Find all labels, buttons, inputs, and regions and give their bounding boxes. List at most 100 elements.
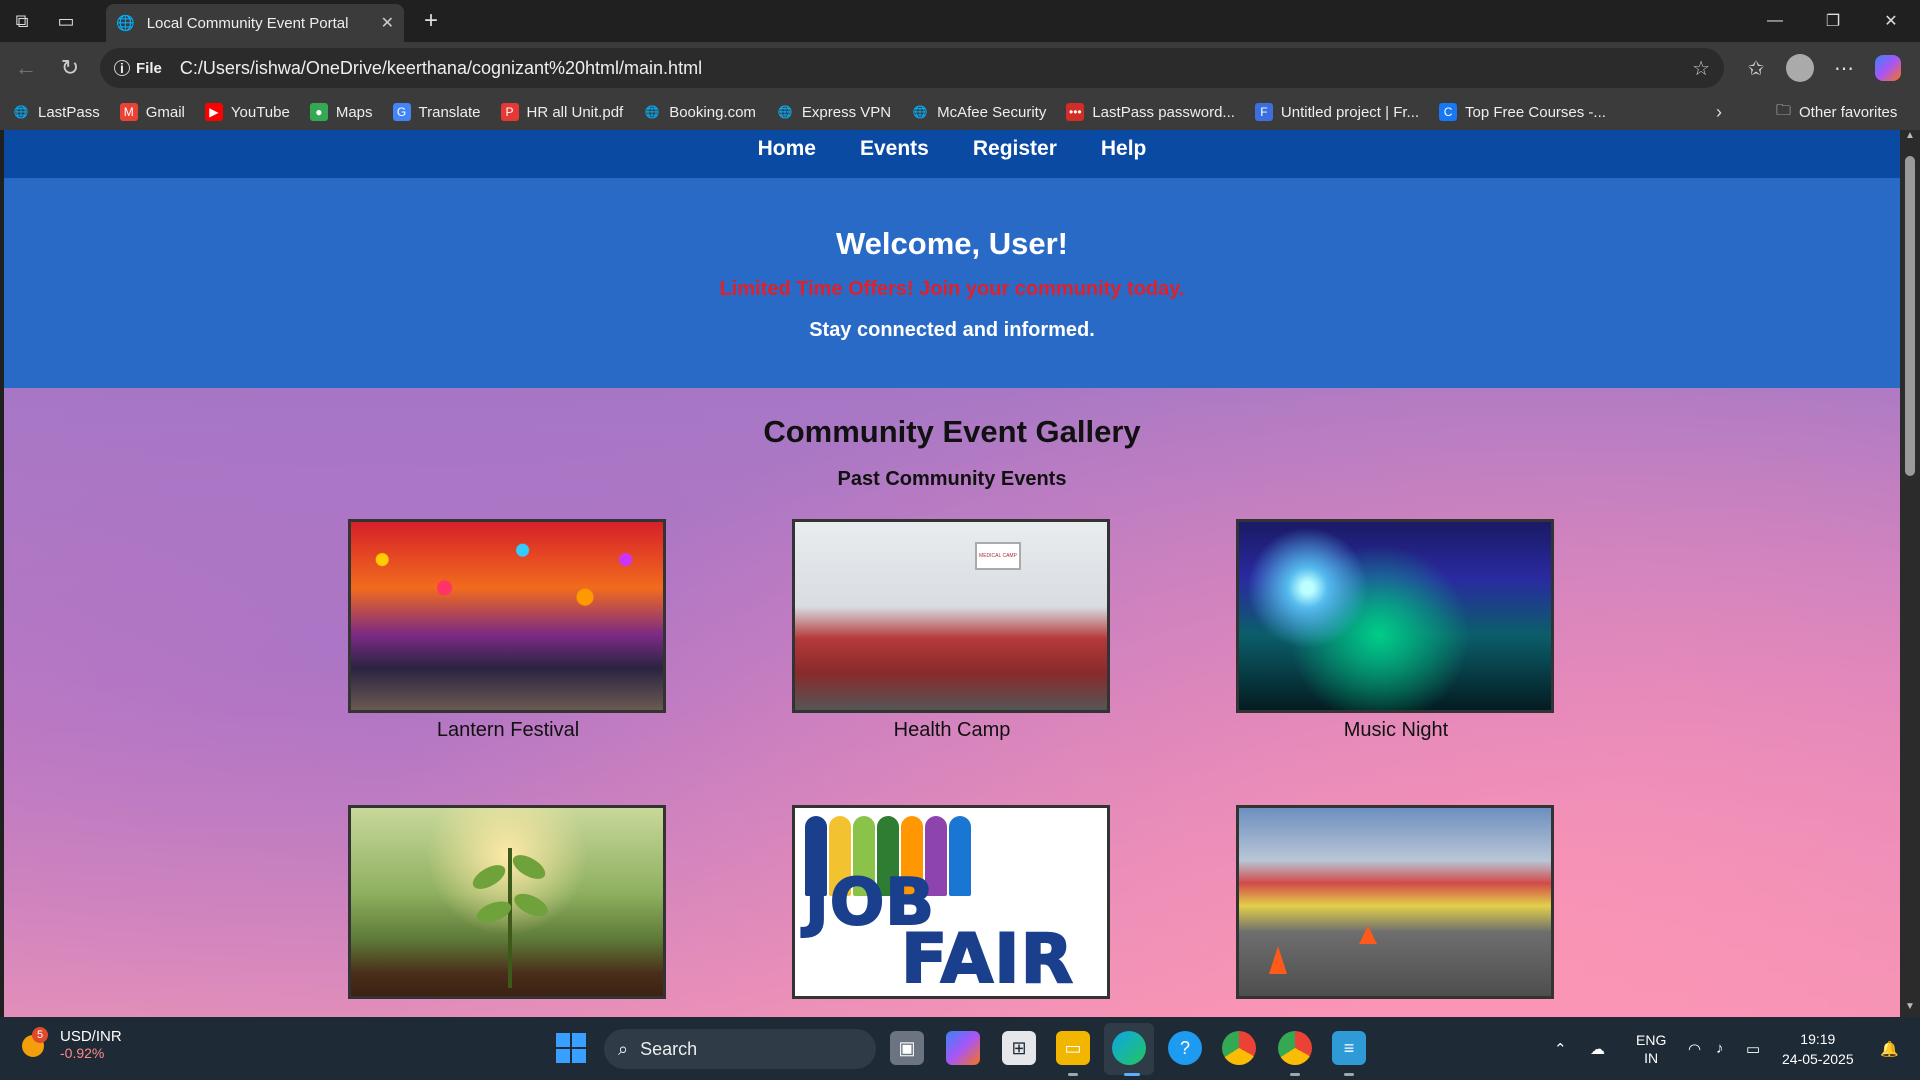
bookmark-item[interactable]: F Untitled project | Fr... <box>1254 103 1419 121</box>
ticker-widget[interactable]: 5 USD/INR -0.92% <box>18 1027 122 1061</box>
scroll-up-icon[interactable]: ▲ <box>1900 130 1920 146</box>
bookmark-item[interactable]: C Top Free Courses -... <box>1439 103 1606 121</box>
card-caption: Music Night <box>1343 719 1449 741</box>
bookmark-item[interactable]: 🌐 McAfee Security <box>911 103 1047 121</box>
nav-home-link[interactable]: Home <box>758 137 816 161</box>
tagline-text: Stay connected and informed. <box>809 319 1095 341</box>
address-scheme-label: File <box>136 59 162 77</box>
nav-help-link[interactable]: Help <box>1101 137 1147 161</box>
bookmark-item[interactable]: ▶ YouTube <box>204 103 290 121</box>
help-app-icon[interactable]: ? <box>1168 1031 1202 1065</box>
offer-text: Limited Time Offers! Join your community… <box>719 278 1185 300</box>
page-scrollbar[interactable]: ▲ ▼ <box>1900 130 1920 1017</box>
gallery-card-lantern[interactable]: Lantern Festival <box>348 519 668 742</box>
onedrive-icon[interactable]: ☁ <box>1590 1017 1605 1080</box>
bookmark-item[interactable]: M Gmail <box>119 103 185 121</box>
wifi-icon[interactable]: ◠ <box>1688 1017 1701 1080</box>
chrome-profile-icon[interactable] <box>1278 1031 1312 1065</box>
address-bar[interactable]: i File C:/Users/ishwa/OneDrive/keerthana… <box>100 48 1724 88</box>
globe-icon: 🌐 <box>13 105 29 119</box>
bookmark-item[interactable]: G Translate <box>392 103 481 121</box>
favorite-star-icon[interactable]: ☆ <box>1692 56 1710 81</box>
copilot-icon[interactable] <box>1866 46 1910 90</box>
minimize-icon[interactable]: — <box>1746 0 1804 42</box>
scroll-thumb[interactable] <box>1905 156 1915 476</box>
notification-badge: 5 <box>32 1027 48 1043</box>
tab-active[interactable]: 🌐 Local Community Event Portal ✕ <box>106 4 404 42</box>
restore-icon[interactable]: ❐ <box>1804 0 1862 42</box>
start-button[interactable] <box>556 1033 586 1063</box>
bookmark-item[interactable]: 🌐 Booking.com <box>643 103 756 121</box>
copilot-app-icon[interactable] <box>946 1031 980 1065</box>
search-placeholder: Search <box>640 1038 698 1059</box>
close-tab-icon[interactable]: ✕ <box>381 13 394 33</box>
card-caption: Lantern Festival <box>436 719 580 741</box>
street-fair-photo[interactable] <box>1236 805 1554 999</box>
more-options-icon[interactable]: ⋯ <box>1822 46 1866 90</box>
store-icon[interactable]: ⊞ <box>1002 1031 1036 1065</box>
avatar <box>1786 54 1814 82</box>
reload-icon[interactable]: ↻ <box>48 46 92 90</box>
bookmark-label: YouTube <box>230 103 290 121</box>
title-bar: ⧉ ▭ 🌐 Local Community Event Portal ✕ + —… <box>0 0 1920 42</box>
new-tab-button[interactable]: + <box>414 4 448 38</box>
volume-icon[interactable]: ♪ <box>1716 1017 1724 1080</box>
notifications-icon[interactable]: 🔔 <box>1880 1017 1899 1080</box>
nav-register-link[interactable]: Register <box>973 137 1057 161</box>
scroll-down-icon[interactable]: ▼ <box>1900 1001 1920 1017</box>
bookmark-item[interactable]: ••• LastPass password... <box>1066 103 1235 121</box>
language-indicator[interactable]: ENG IN <box>1636 1017 1666 1080</box>
close-window-icon[interactable]: ✕ <box>1862 0 1920 42</box>
profile-button[interactable] <box>1778 46 1822 90</box>
url-text[interactable]: C:/Users/ishwa/OneDrive/keerthana/cogniz… <box>180 58 1692 79</box>
search-icon: ⌕ <box>618 1038 629 1059</box>
taskbar: 5 USD/INR -0.92% ⌕ Search ▣ ⊞ ▭ ? ≡ ⌃ ☁ … <box>0 1017 1920 1080</box>
workspaces-icon[interactable]: ⧉ <box>0 0 44 42</box>
edge-icon[interactable] <box>1112 1031 1146 1065</box>
gallery-card-tree[interactable] <box>348 805 668 999</box>
bookmark-label: Gmail <box>145 103 185 121</box>
youtube-icon: ▶ <box>204 103 223 121</box>
favorites-icon[interactable]: ✩ <box>1734 46 1778 90</box>
task-view-icon[interactable]: ▣ <box>890 1031 924 1065</box>
gallery-card-jobfair[interactable]: JOB FAIR <box>792 805 1112 999</box>
lantern-festival-photo[interactable] <box>348 519 666 713</box>
course-icon: C <box>1439 103 1458 121</box>
battery-icon[interactable]: ▭ <box>1746 1017 1760 1080</box>
bookmark-label: Maps <box>335 103 373 121</box>
bookmark-item[interactable]: P HR all Unit.pdf <box>500 103 623 121</box>
bookmark-item[interactable]: 🌐 Express VPN <box>776 103 891 121</box>
event-gallery: Community Event Gallery Past Community E… <box>4 414 1900 999</box>
gallery-card-music[interactable]: Music Night <box>1236 519 1556 742</box>
other-favorites-folder[interactable]: 🗀 Other favorites <box>1776 94 1897 130</box>
health-camp-photo[interactable]: MEDICAL CAMP <box>792 519 1110 713</box>
nav-events-link[interactable]: Events <box>860 137 929 161</box>
taskbar-search[interactable]: ⌕ Search <box>604 1029 876 1069</box>
gallery-card-health[interactable]: MEDICAL CAMP Health Camp <box>792 519 1112 742</box>
chrome-icon[interactable] <box>1222 1031 1256 1065</box>
tab-actions-icon[interactable]: ▭ <box>44 0 88 42</box>
bookmark-item[interactable]: ● Maps <box>309 103 373 121</box>
bookmark-label: LastPass <box>38 103 100 121</box>
clock[interactable]: 19:19 24-05-2025 <box>1782 1017 1854 1080</box>
show-hidden-icons[interactable]: ⌃ <box>1554 1017 1567 1080</box>
music-night-photo[interactable] <box>1236 519 1554 713</box>
lastpass-icon: ••• <box>1066 103 1085 121</box>
back-icon[interactable]: ← <box>4 46 48 90</box>
info-icon[interactable]: i <box>114 60 130 76</box>
globe-icon: 🌐 <box>644 105 660 119</box>
globe-icon: 🌐 <box>777 105 793 119</box>
bookmark-item[interactable]: 🌐 LastPass <box>12 103 100 121</box>
medical-camp-sign: MEDICAL CAMP <box>975 542 1021 570</box>
card-caption: Health Camp <box>893 719 1011 741</box>
bookmarks-overflow-icon[interactable]: › <box>1716 94 1722 130</box>
bookmark-label: Booking.com <box>669 103 756 121</box>
job-fair-poster[interactable]: JOB FAIR <box>792 805 1110 999</box>
gallery-card-fair[interactable] <box>1236 805 1556 999</box>
gallery-title: Community Event Gallery <box>763 414 1141 449</box>
gallery-subtitle: Past Community Events <box>837 468 1067 490</box>
tree-planting-photo[interactable] <box>348 805 666 999</box>
gmail-icon: M <box>119 103 138 121</box>
file-explorer-icon[interactable]: ▭ <box>1056 1031 1090 1065</box>
notepad-icon[interactable]: ≡ <box>1332 1031 1366 1065</box>
